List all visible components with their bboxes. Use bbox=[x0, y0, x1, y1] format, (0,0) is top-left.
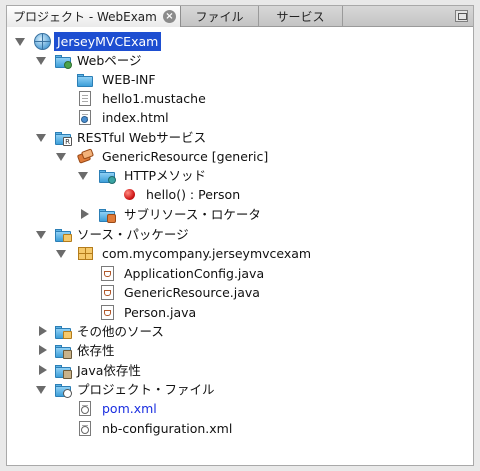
java-file-icon bbox=[99, 284, 116, 301]
tab-projects-label: プロジェクト - WebExam bbox=[13, 10, 157, 24]
tab-files-label: ファイル bbox=[195, 10, 244, 24]
restore-window-icon[interactable] bbox=[455, 10, 468, 22]
tab-files[interactable]: ファイル bbox=[181, 6, 259, 27]
tree-node-application-config[interactable]: ApplicationConfig.java bbox=[7, 264, 467, 283]
java-file-icon bbox=[99, 304, 116, 321]
other-sources-folder-icon bbox=[55, 323, 72, 340]
tab-bar: プロジェクト - WebExam × ファイル サービス bbox=[7, 6, 473, 27]
index-html-label: index.html bbox=[102, 110, 169, 125]
dependencies-label: 依存性 bbox=[77, 343, 115, 358]
expand-toggle[interactable] bbox=[37, 345, 47, 355]
tree-node-web-pages[interactable]: Webページ bbox=[7, 51, 467, 70]
tree-node-other-sources[interactable]: その他のソース bbox=[7, 322, 467, 341]
tree-node-http-methods[interactable]: HTTPメソッド bbox=[7, 166, 467, 185]
file-icon bbox=[77, 90, 94, 107]
person-java-label: Person.java bbox=[124, 305, 197, 320]
sub-resource-folder-icon bbox=[99, 206, 116, 223]
source-packages-label: ソース・パッケージ bbox=[77, 227, 189, 242]
rest-services-folder-icon: R bbox=[55, 129, 72, 146]
tree-node-index-html[interactable]: index.html bbox=[7, 108, 467, 127]
tab-projects[interactable]: プロジェクト - WebExam × bbox=[7, 6, 181, 27]
tree-node-web-inf[interactable]: WEB-INF bbox=[7, 70, 467, 89]
resource-icon bbox=[76, 148, 95, 165]
tree-node-hello-method[interactable]: hello() : Person bbox=[7, 185, 467, 204]
tree-node-generic-resource-java[interactable]: GenericResource.java bbox=[7, 283, 467, 302]
tab-services[interactable]: サービス bbox=[259, 6, 343, 27]
expand-toggle[interactable] bbox=[56, 248, 66, 258]
hello-mustache-label: hello1.mustache bbox=[102, 91, 206, 106]
tree-node-package[interactable]: com.mycompany.jerseymvcexam bbox=[7, 244, 467, 263]
expand-toggle[interactable] bbox=[36, 55, 46, 65]
pom-xml-label: pom.xml bbox=[102, 401, 157, 416]
java-dependencies-folder-icon bbox=[55, 362, 72, 379]
sub-resource-locators-label: サブリソース・ロケータ bbox=[124, 207, 261, 222]
tree-node-project-files[interactable]: プロジェクト・ファイル bbox=[7, 380, 467, 399]
folder-icon bbox=[77, 71, 94, 88]
expand-toggle[interactable] bbox=[36, 132, 46, 142]
close-icon[interactable]: × bbox=[163, 10, 176, 23]
restful-label: RESTful Webサービス bbox=[77, 130, 207, 145]
root-label: JerseyMVCExam bbox=[54, 32, 162, 51]
tree-node-root[interactable]: JerseyMVCExam bbox=[7, 32, 467, 51]
tree-node-nb-configuration[interactable]: nb-configuration.xml bbox=[7, 419, 467, 438]
tree-node-restful[interactable]: R RESTful Webサービス bbox=[7, 128, 467, 147]
expand-toggle[interactable] bbox=[79, 209, 89, 219]
package-icon bbox=[77, 245, 94, 262]
project-files-label: プロジェクト・ファイル bbox=[77, 382, 215, 397]
web-pages-label: Webページ bbox=[77, 53, 142, 68]
web-project-icon bbox=[34, 33, 51, 50]
java-dependencies-label: Java依存性 bbox=[77, 363, 141, 378]
package-label: com.mycompany.jerseymvcexam bbox=[102, 246, 312, 261]
nb-configuration-label: nb-configuration.xml bbox=[102, 421, 233, 436]
source-packages-folder-icon bbox=[55, 226, 72, 243]
expand-toggle[interactable] bbox=[37, 365, 47, 375]
tree-node-source-packages[interactable]: ソース・パッケージ bbox=[7, 225, 467, 244]
expand-toggle[interactable] bbox=[15, 36, 25, 46]
http-methods-label: HTTPメソッド bbox=[124, 168, 206, 183]
tree-node-dependencies[interactable]: 依存性 bbox=[7, 341, 467, 360]
tree-node-generic-resource[interactable]: GenericResource [generic] bbox=[7, 147, 467, 166]
xml-file-icon bbox=[77, 420, 94, 437]
tree-node-person-java[interactable]: Person.java bbox=[7, 303, 467, 322]
tree-node-java-dependencies[interactable]: Java依存性 bbox=[7, 361, 467, 380]
tree-node-hello-mustache[interactable]: hello1.mustache bbox=[7, 89, 467, 108]
method-icon bbox=[121, 186, 138, 203]
java-file-icon bbox=[99, 265, 116, 282]
expand-toggle[interactable] bbox=[78, 170, 88, 180]
projects-window: プロジェクト - WebExam × ファイル サービス JerseyMVCEx… bbox=[6, 5, 474, 466]
expand-toggle[interactable] bbox=[37, 326, 47, 336]
xml-file-icon bbox=[77, 400, 94, 417]
expand-toggle[interactable] bbox=[36, 229, 46, 239]
web-inf-label: WEB-INF bbox=[102, 72, 156, 87]
hello-method-label: hello() : Person bbox=[146, 187, 241, 202]
tree-node-sub-resource-locators[interactable]: サブリソース・ロケータ bbox=[7, 205, 467, 224]
expand-toggle[interactable] bbox=[36, 384, 46, 394]
web-pages-folder-icon bbox=[55, 52, 72, 69]
dependencies-folder-icon bbox=[55, 342, 72, 359]
application-config-label: ApplicationConfig.java bbox=[124, 266, 265, 281]
project-files-folder-icon bbox=[55, 381, 72, 398]
tab-services-label: サービス bbox=[276, 10, 325, 24]
other-sources-label: その他のソース bbox=[77, 324, 164, 339]
html-file-icon bbox=[77, 109, 94, 126]
generic-resource-label: GenericResource [generic] bbox=[102, 149, 269, 164]
http-methods-folder-icon bbox=[99, 167, 116, 184]
expand-toggle[interactable] bbox=[56, 151, 66, 161]
generic-resource-java-label: GenericResource.java bbox=[124, 285, 260, 300]
tree-node-pom-xml[interactable]: pom.xml bbox=[7, 399, 467, 418]
